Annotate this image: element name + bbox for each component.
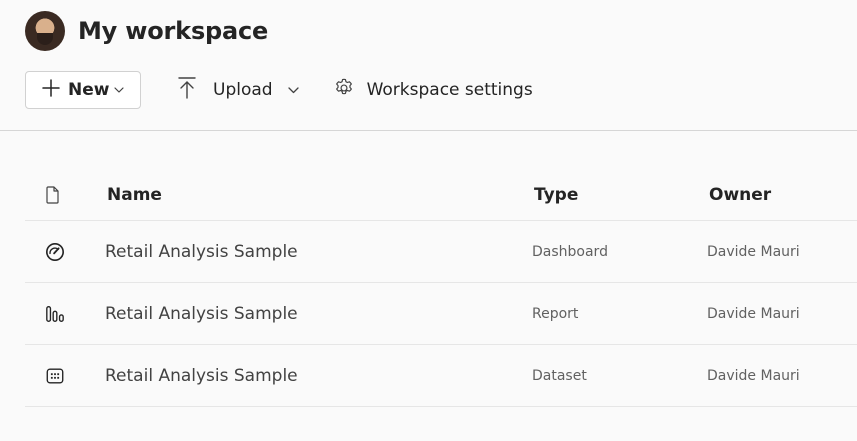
workspace-settings-button[interactable]: Workspace settings	[333, 71, 533, 109]
item-owner: Davide Mauri	[707, 367, 800, 384]
table-row[interactable]: Retail Analysis Sample Report Davide Mau…	[25, 283, 857, 345]
new-button-label: New	[68, 80, 110, 100]
page-title: My workspace	[78, 17, 269, 45]
item-name[interactable]: Retail Analysis Sample	[105, 221, 298, 282]
workspace-header: My workspace	[25, 11, 268, 51]
upload-icon	[178, 77, 196, 103]
upload-button-label: Upload	[213, 80, 273, 100]
item-name[interactable]: Retail Analysis Sample	[105, 283, 298, 344]
avatar-beard	[37, 33, 53, 45]
content-table: Name Type Owner Retail Analysis Sample D…	[25, 170, 857, 407]
toolbar: New Upload Workspace settings	[25, 70, 533, 110]
column-header-name[interactable]: Name	[107, 170, 162, 220]
new-button[interactable]: New	[25, 71, 141, 109]
avatar[interactable]	[25, 11, 65, 51]
column-header-type[interactable]: Type	[534, 170, 578, 220]
workspace-page: My workspace New Upload Workspace settin…	[0, 0, 857, 441]
item-name[interactable]: Retail Analysis Sample	[105, 345, 298, 406]
workspace-settings-label: Workspace settings	[366, 80, 533, 100]
table-row[interactable]: Retail Analysis Sample Dataset Davide Ma…	[25, 345, 857, 407]
item-owner: Davide Mauri	[707, 243, 800, 260]
gear-icon	[333, 77, 355, 103]
chevron-down-icon	[114, 87, 125, 93]
table-header-row: Name Type Owner	[25, 170, 857, 221]
column-header-owner[interactable]: Owner	[709, 170, 771, 220]
item-owner: Davide Mauri	[707, 305, 800, 322]
item-type: Report	[532, 305, 579, 322]
item-type: Dataset	[532, 367, 587, 384]
item-type: Dashboard	[532, 243, 608, 260]
upload-button[interactable]: Upload	[178, 71, 299, 109]
plus-icon	[42, 79, 60, 101]
dataset-icon	[45, 345, 65, 406]
chevron-down-icon	[287, 86, 299, 94]
dashboard-icon	[45, 221, 65, 282]
report-icon	[45, 283, 65, 344]
table-row[interactable]: Retail Analysis Sample Dashboard Davide …	[25, 221, 857, 283]
toolbar-divider	[0, 130, 857, 131]
file-type-icon	[45, 170, 65, 220]
